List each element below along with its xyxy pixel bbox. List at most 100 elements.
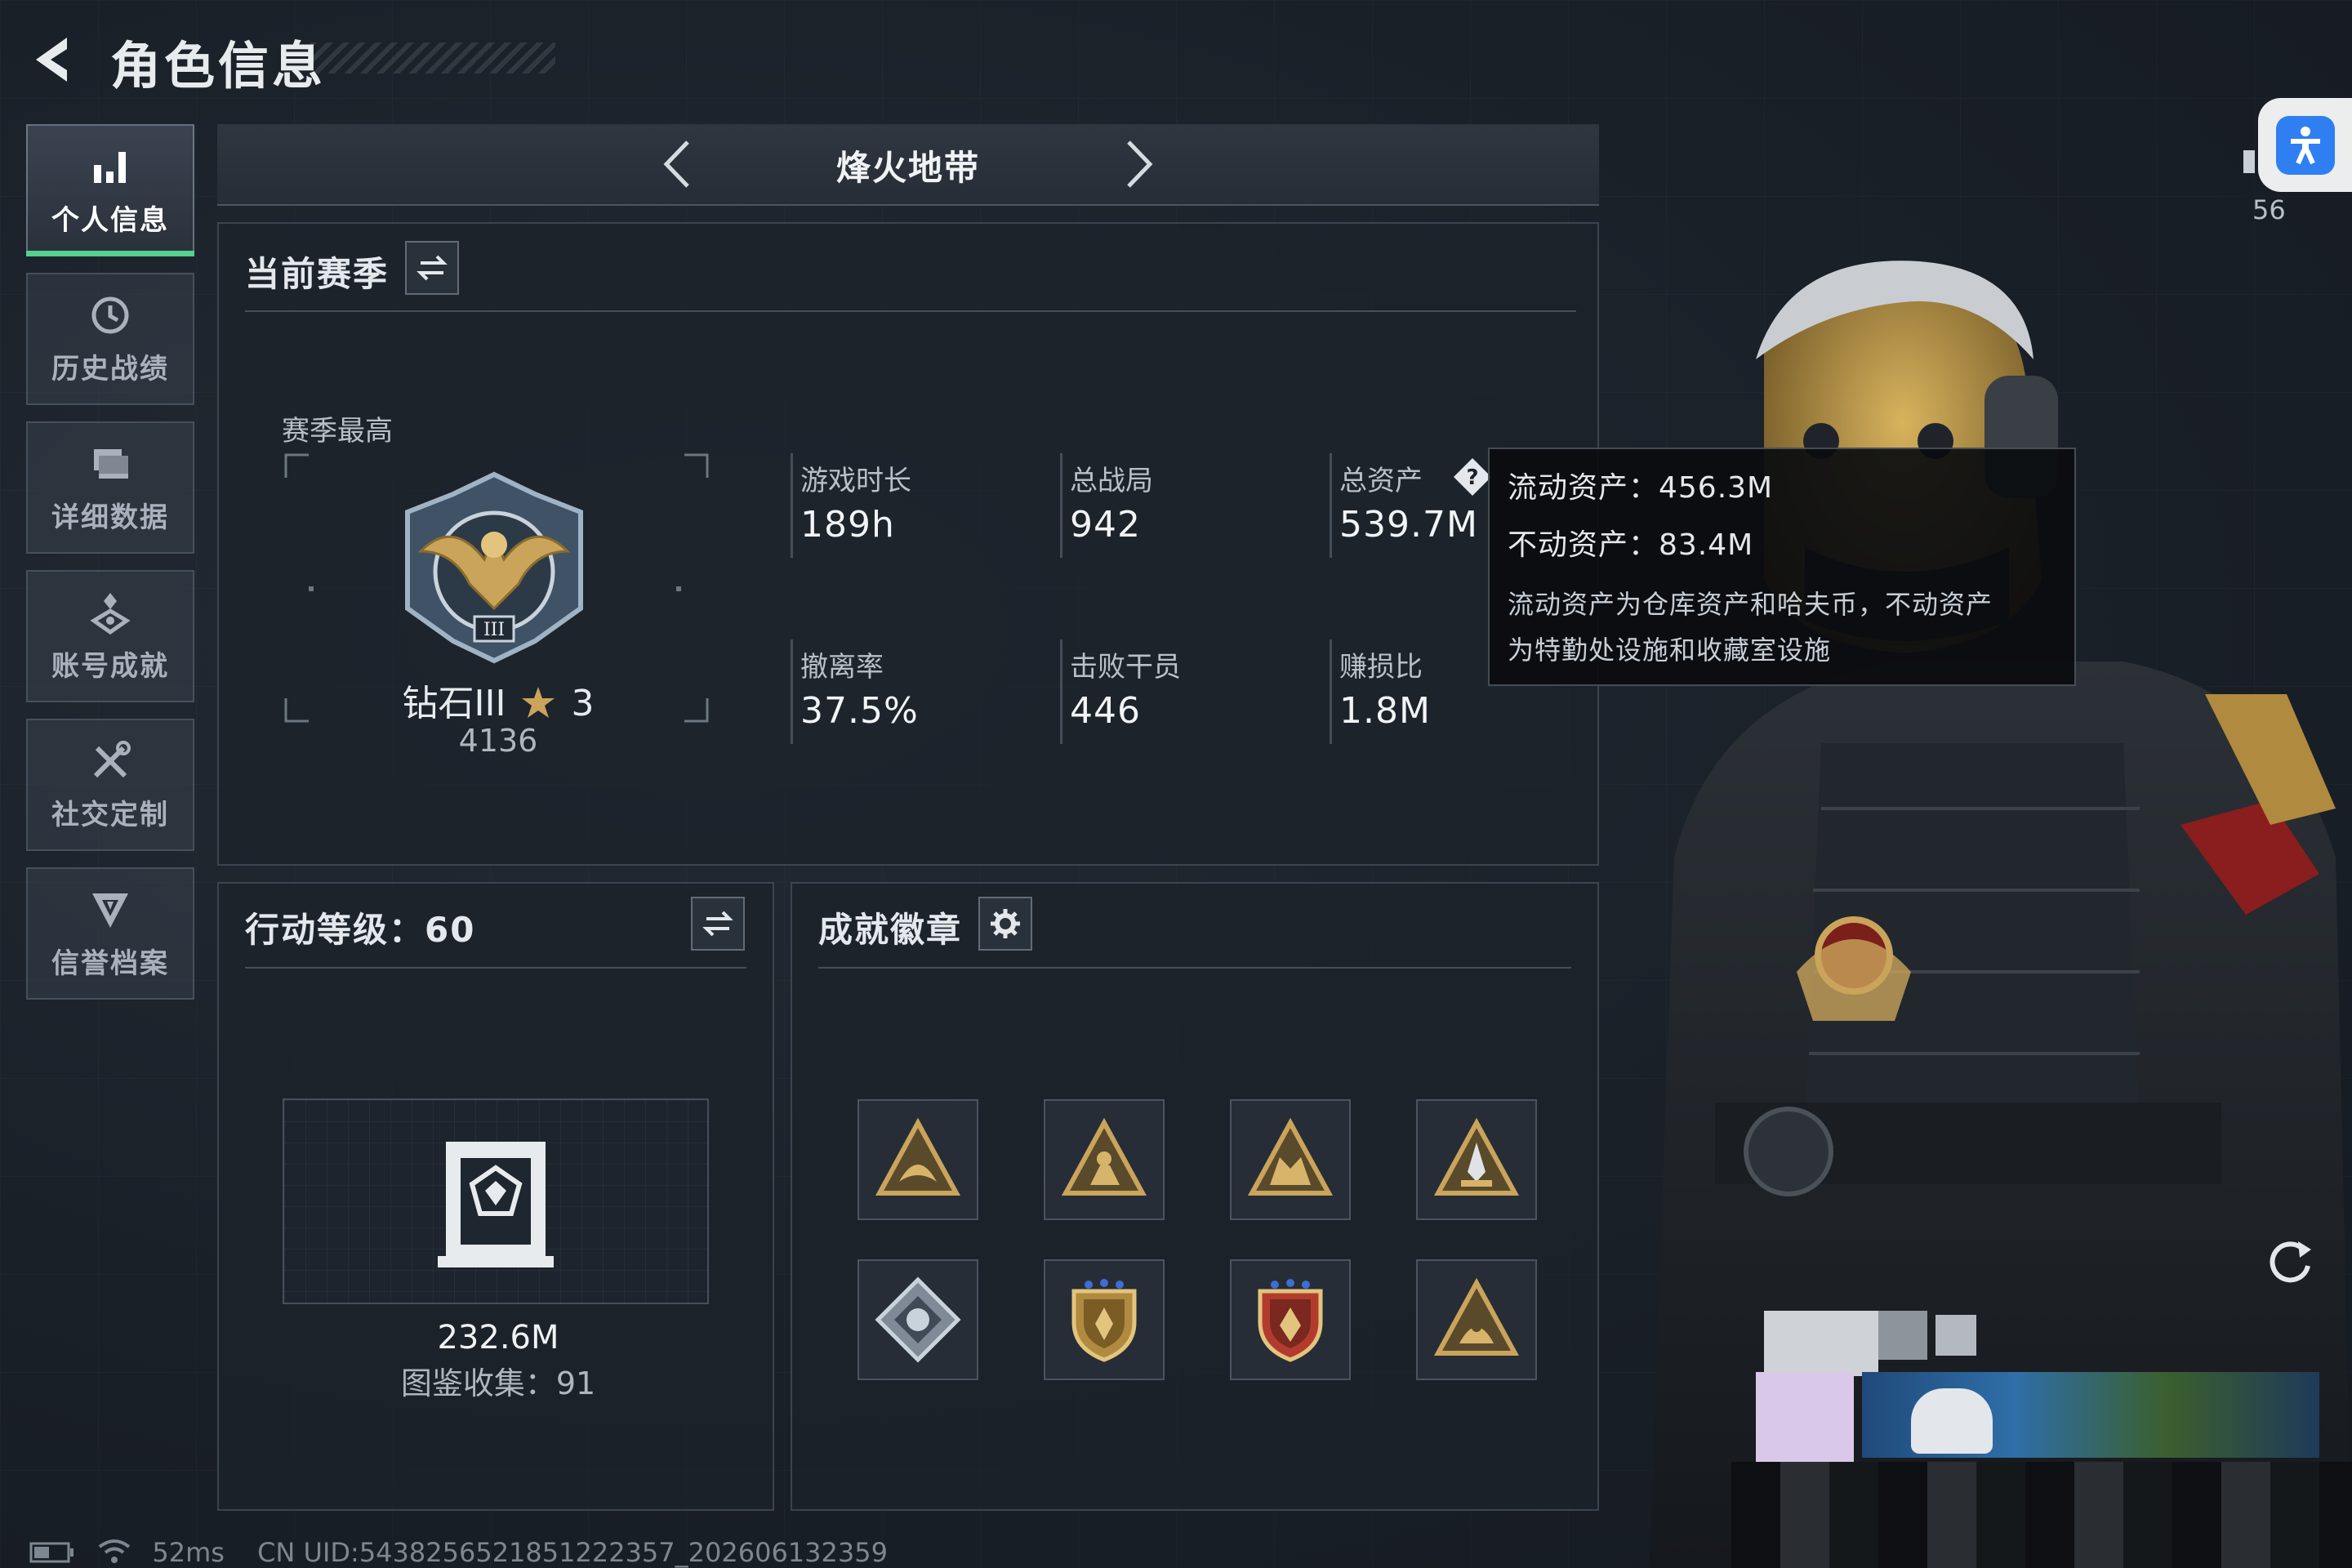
- stat-label: 游戏时长: [800, 465, 911, 497]
- wrench-icon: [93, 740, 131, 777]
- rank-stars: 3: [571, 683, 595, 724]
- sidebar-item-details[interactable]: 详细数据: [26, 421, 194, 554]
- history-clock-icon: [91, 296, 129, 333]
- stat-label: 击败干员: [1070, 651, 1181, 684]
- stat-label: 赚损比: [1339, 651, 1423, 684]
- sidebar: 个人信息 历史战绩 详细数据 账号成就 社交定制 信誉档案: [26, 124, 194, 1016]
- badge-slot[interactable]: [1044, 1099, 1165, 1220]
- sidebar-item-label: 社交定制: [51, 798, 169, 831]
- assets-tooltip: 流动资产：456.3M 不动资产：83.4M 流动资产为仓库资产和哈夫币，不动资…: [1488, 448, 2076, 686]
- back-arrow-icon[interactable]: [24, 31, 82, 88]
- collection-asset-value: 232.6M: [437, 1319, 559, 1356]
- stat-divider: [1060, 639, 1062, 744]
- sidebar-item-achievements[interactable]: 账号成就: [26, 570, 194, 702]
- badge-slot[interactable]: [1230, 1099, 1351, 1220]
- badge-slot[interactable]: [858, 1259, 978, 1380]
- achievement-badges-title: 成就徽章: [818, 910, 963, 950]
- operation-level-title: 行动等级：60: [245, 910, 476, 950]
- battery-icon: [29, 1542, 74, 1563]
- refresh-icon[interactable]: [2262, 1233, 2319, 1290]
- badge-slot[interactable]: [1416, 1099, 1537, 1220]
- achievement-icon: [90, 592, 131, 635]
- badge-slot[interactable]: [858, 1099, 978, 1220]
- rank-tier: 钻石III: [402, 683, 506, 724]
- stat-label: 总资产: [1339, 465, 1423, 497]
- badge-slot[interactable]: [1416, 1259, 1537, 1380]
- stat-value: 539.7M: [1339, 504, 1478, 546]
- stat-divider: [1330, 639, 1332, 744]
- tooltip-description-line: 为特勤处设施和收藏室设施: [1508, 635, 1832, 666]
- stat-divider: [791, 453, 793, 558]
- ping-value: 52ms: [152, 1537, 225, 1568]
- svg-text:III: III: [483, 620, 505, 640]
- avatar-sticker-2: [1911, 1388, 1993, 1454]
- accessibility-icon: [2275, 115, 2335, 175]
- folder-icon: [94, 448, 128, 479]
- game-screen: 角色信息 个人信息 历史战绩 详细数据 账号成就 社交定制 信誉档案 烽火地带 …: [0, 0, 2352, 1568]
- player-uid: CN UID:5438256521851222357_202606132359: [257, 1537, 888, 1568]
- triangle-badge-icon: [1061, 1117, 1147, 1196]
- divider: [818, 967, 1571, 969]
- pixelated-overlay: [1936, 1315, 1976, 1356]
- shield-credit-icon: [92, 893, 128, 928]
- diamond-badge-icon: [875, 1276, 961, 1363]
- rank-score: 4136: [458, 723, 538, 759]
- swap-icon: [702, 911, 733, 937]
- collection-cabinet-icon: [438, 1142, 554, 1267]
- page-title: 角色信息: [110, 36, 327, 96]
- sidebar-item-label: 历史战绩: [51, 352, 169, 385]
- stat-label: 撤离率: [800, 651, 884, 684]
- svg-text:?: ?: [1466, 466, 1478, 490]
- sidebar-item-label: 信誉档案: [51, 947, 169, 980]
- diamond-rank-emblem-icon: III: [405, 471, 583, 664]
- signal-bar-icon: [2243, 150, 2255, 173]
- stat-value: 189h: [800, 504, 895, 546]
- bar-chart-icon: [94, 151, 126, 183]
- help-question-icon[interactable]: ?: [1452, 457, 1493, 497]
- collection-count: 图鉴收集：91: [400, 1365, 596, 1401]
- pixelated-overlay: [1731, 1462, 2352, 1568]
- triangle-badge-icon: [1433, 1277, 1520, 1356]
- accessibility-button[interactable]: [2258, 98, 2352, 192]
- status-footer: 52ms CN UID:5438256521851222357_20260613…: [29, 1537, 912, 1568]
- stat-divider: [1060, 453, 1062, 558]
- operator-character-model: [1650, 261, 2352, 1568]
- tooltip-description: 流动资产为仓库资产和哈夫币，不动资产 为特勤处设施和收藏室设施: [1508, 581, 2056, 673]
- stat-divider: [791, 639, 793, 744]
- sidebar-item-social[interactable]: 社交定制: [26, 719, 194, 851]
- sidebar-item-credit[interactable]: 信誉档案: [26, 867, 194, 1000]
- sidebar-item-label: 个人信息: [51, 203, 169, 237]
- sidebar-item-history[interactable]: 历史战绩: [26, 273, 194, 405]
- divider: [245, 967, 746, 969]
- pixelated-overlay: [1764, 1311, 1878, 1376]
- stat-value: 446: [1070, 690, 1141, 732]
- divider: [245, 310, 1576, 312]
- stat-value: 1.8M: [1339, 690, 1431, 732]
- wifi-icon: [98, 1539, 131, 1563]
- sidebar-item-label: 详细数据: [51, 501, 169, 534]
- star-icon: [522, 687, 555, 718]
- triangle-badge-icon: [1433, 1117, 1520, 1196]
- mode-title: 烽火地带: [835, 148, 980, 188]
- shield-badge-icon: [1258, 1279, 1323, 1362]
- season-best-label: 赛季最高: [282, 415, 393, 448]
- stat-divider: [1330, 453, 1332, 558]
- sidebar-item-personal-info[interactable]: 个人信息: [26, 124, 194, 256]
- sidebar-item-label: 账号成就: [51, 649, 169, 683]
- tooltip-description-line: 流动资产为仓库资产和哈夫币，不动资产: [1508, 589, 1993, 620]
- shield-badge-icon: [1071, 1279, 1137, 1362]
- badge-settings-button[interactable]: [978, 897, 1032, 951]
- badge-slot[interactable]: [1230, 1259, 1351, 1380]
- swap-season-button[interactable]: [405, 241, 459, 295]
- triangle-badge-icon: [1247, 1117, 1334, 1196]
- triangle-badge-icon: [875, 1117, 961, 1196]
- pixelated-overlay: [1878, 1311, 1927, 1360]
- next-mode-arrow-icon[interactable]: [1109, 136, 1166, 193]
- gear-icon: [991, 909, 1020, 938]
- tooltip-liquid-assets: 流动资产：456.3M: [1508, 471, 1774, 505]
- stat-value: 942: [1070, 504, 1141, 546]
- avatar-sticker-1: [1756, 1372, 1854, 1462]
- stat-value: 37.5%: [800, 690, 919, 732]
- badge-slot[interactable]: [1044, 1259, 1165, 1380]
- swap-level-button[interactable]: [691, 897, 745, 951]
